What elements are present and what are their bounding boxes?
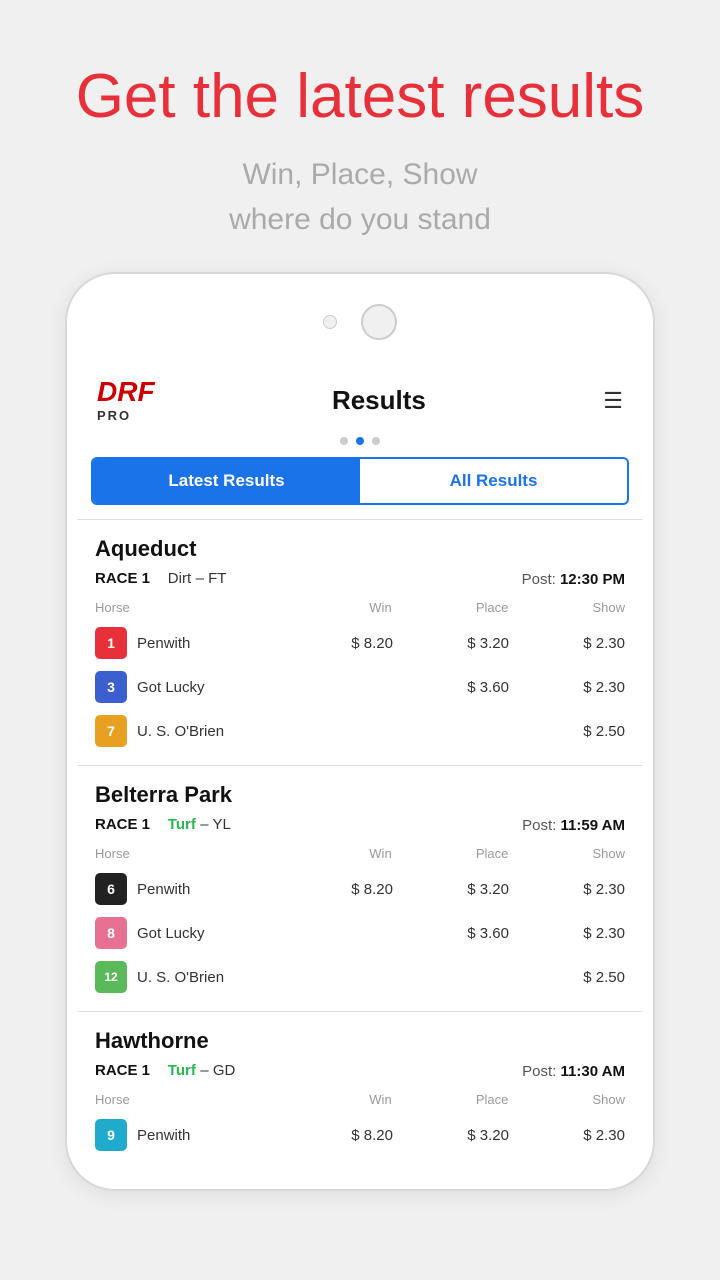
col-header-place-hw: Place (392, 1092, 509, 1107)
race-number-hawthorne: RACE 1 (95, 1062, 150, 1079)
track-name-belterra: Belterra Park (95, 782, 625, 808)
dot-1[interactable] (340, 437, 348, 445)
tab-latest-results[interactable]: Latest Results (93, 459, 360, 503)
drf-logo-text: DRF (97, 378, 155, 406)
horse-show-aq-3: $ 2.50 (509, 723, 625, 740)
dot-3[interactable] (372, 437, 380, 445)
col-header-win-hw: Win (275, 1092, 392, 1107)
race-condition-hawthorne: GD (213, 1062, 236, 1079)
post-time-hawthorne: Post: 11:30 AM (522, 1063, 625, 1080)
race-section-hawthorne: Hawthorne RACE 1 Turf – GD Post: 11:30 A… (77, 1011, 643, 1169)
col-header-horse-hw: Horse (95, 1092, 275, 1107)
race-dash-aqueduct: – (196, 570, 209, 587)
horse-row: 7 U. S. O'Brien $ 2.50 (95, 709, 625, 753)
race-dash-belterra: – (200, 816, 212, 833)
hamburger-menu-icon[interactable]: ☰ (603, 388, 623, 414)
col-header-show-bt: Show (508, 846, 625, 861)
col-header-show-aq: Show (508, 600, 625, 615)
horse-badge-9: 9 (95, 1119, 127, 1151)
race-number-aqueduct: RACE 1 (95, 570, 150, 587)
horse-row: 9 Penwith $ 8.20 $ 3.20 $ 2.30 (95, 1113, 625, 1157)
horse-row: 6 Penwith $ 8.20 $ 3.20 $ 2.30 (95, 867, 625, 911)
tab-all-results[interactable]: All Results (360, 459, 627, 503)
phone-camera-large (361, 304, 397, 340)
horse-name-hw-1: Penwith (137, 1127, 277, 1144)
post-time-aqueduct: Post: 12:30 PM (522, 571, 625, 588)
dot-2[interactable] (356, 437, 364, 445)
horse-row: 3 Got Lucky $ 3.60 $ 2.30 (95, 665, 625, 709)
phone-camera-small (323, 315, 337, 329)
results-tabs: Latest Results All Results (91, 457, 629, 505)
col-header-show-hw: Show (508, 1092, 625, 1107)
col-header-place-aq: Place (392, 600, 509, 615)
phone-screen: DRF PRO Results ☰ Latest Results All Res… (77, 360, 643, 1169)
page-subtitle: Win, Place, Show where do you stand (60, 152, 660, 242)
race-surface-aqueduct: Dirt (168, 570, 191, 587)
drf-logo: DRF PRO (97, 378, 155, 423)
horse-name-bt-3: U. S. O'Brien (137, 969, 277, 986)
phone-mockup: DRF PRO Results ☰ Latest Results All Res… (65, 272, 655, 1191)
horse-place-bt-2: $ 3.60 (393, 925, 509, 942)
col-header-horse-bt: Horse (95, 846, 275, 861)
col-header-place-bt: Place (392, 846, 509, 861)
app-header: DRF PRO Results ☰ (77, 360, 643, 431)
race-section-belterra: Belterra Park RACE 1 Turf – YL Post: 11:… (77, 765, 643, 1011)
horse-name-bt-1: Penwith (137, 881, 277, 898)
horse-show-bt-1: $ 2.30 (509, 881, 625, 898)
horse-row: 1 Penwith $ 8.20 $ 3.20 $ 2.30 (95, 621, 625, 665)
horse-show-hw-1: $ 2.30 (509, 1127, 625, 1144)
horse-name-bt-2: Got Lucky (137, 925, 277, 942)
horse-show-aq-2: $ 2.30 (509, 679, 625, 696)
horse-name-aq-3: U. S. O'Brien (137, 723, 277, 740)
horse-name-aq-2: Got Lucky (137, 679, 277, 696)
horse-badge-8: 8 (95, 917, 127, 949)
horse-badge-6: 6 (95, 873, 127, 905)
carousel-dots (77, 431, 643, 457)
drf-pro-text: PRO (97, 408, 131, 423)
app-header-title: Results (332, 385, 426, 416)
race-condition-aqueduct: FT (208, 570, 226, 587)
horse-place-aq-2: $ 3.60 (393, 679, 509, 696)
horse-badge-1: 1 (95, 627, 127, 659)
horse-place-hw-1: $ 3.20 (393, 1127, 509, 1144)
horse-show-bt-3: $ 2.50 (509, 969, 625, 986)
track-name-hawthorne: Hawthorne (95, 1028, 625, 1054)
horse-place-aq-1: $ 3.20 (393, 635, 509, 652)
race-condition-belterra: YL (213, 816, 231, 833)
race-number-belterra: RACE 1 (95, 816, 150, 833)
page-title: Get the latest results (60, 60, 660, 134)
horse-win-aq-1: $ 8.20 (277, 635, 393, 652)
horse-show-aq-1: $ 2.30 (509, 635, 625, 652)
horse-badge-3: 3 (95, 671, 127, 703)
horse-win-bt-1: $ 8.20 (277, 881, 393, 898)
race-dash-hawthorne: – (200, 1062, 213, 1079)
horse-row: 12 U. S. O'Brien $ 2.50 (95, 955, 625, 999)
race-surface-belterra: Turf (168, 816, 196, 833)
horse-win-hw-1: $ 8.20 (277, 1127, 393, 1144)
horse-show-bt-2: $ 2.30 (509, 925, 625, 942)
race-surface-hawthorne: Turf (168, 1062, 196, 1079)
race-section-aqueduct: Aqueduct RACE 1 Dirt – FT Post: 12:30 PM… (77, 519, 643, 765)
horse-place-bt-1: $ 3.20 (393, 881, 509, 898)
horse-name-aq-1: Penwith (137, 635, 277, 652)
track-name-aqueduct: Aqueduct (95, 536, 625, 562)
horse-badge-12: 12 (95, 961, 127, 993)
col-header-horse-aq: Horse (95, 600, 275, 615)
horse-row: 8 Got Lucky $ 3.60 $ 2.30 (95, 911, 625, 955)
col-header-win-aq: Win (275, 600, 392, 615)
post-time-belterra: Post: 11:59 AM (522, 817, 625, 834)
horse-badge-7: 7 (95, 715, 127, 747)
col-header-win-bt: Win (275, 846, 392, 861)
